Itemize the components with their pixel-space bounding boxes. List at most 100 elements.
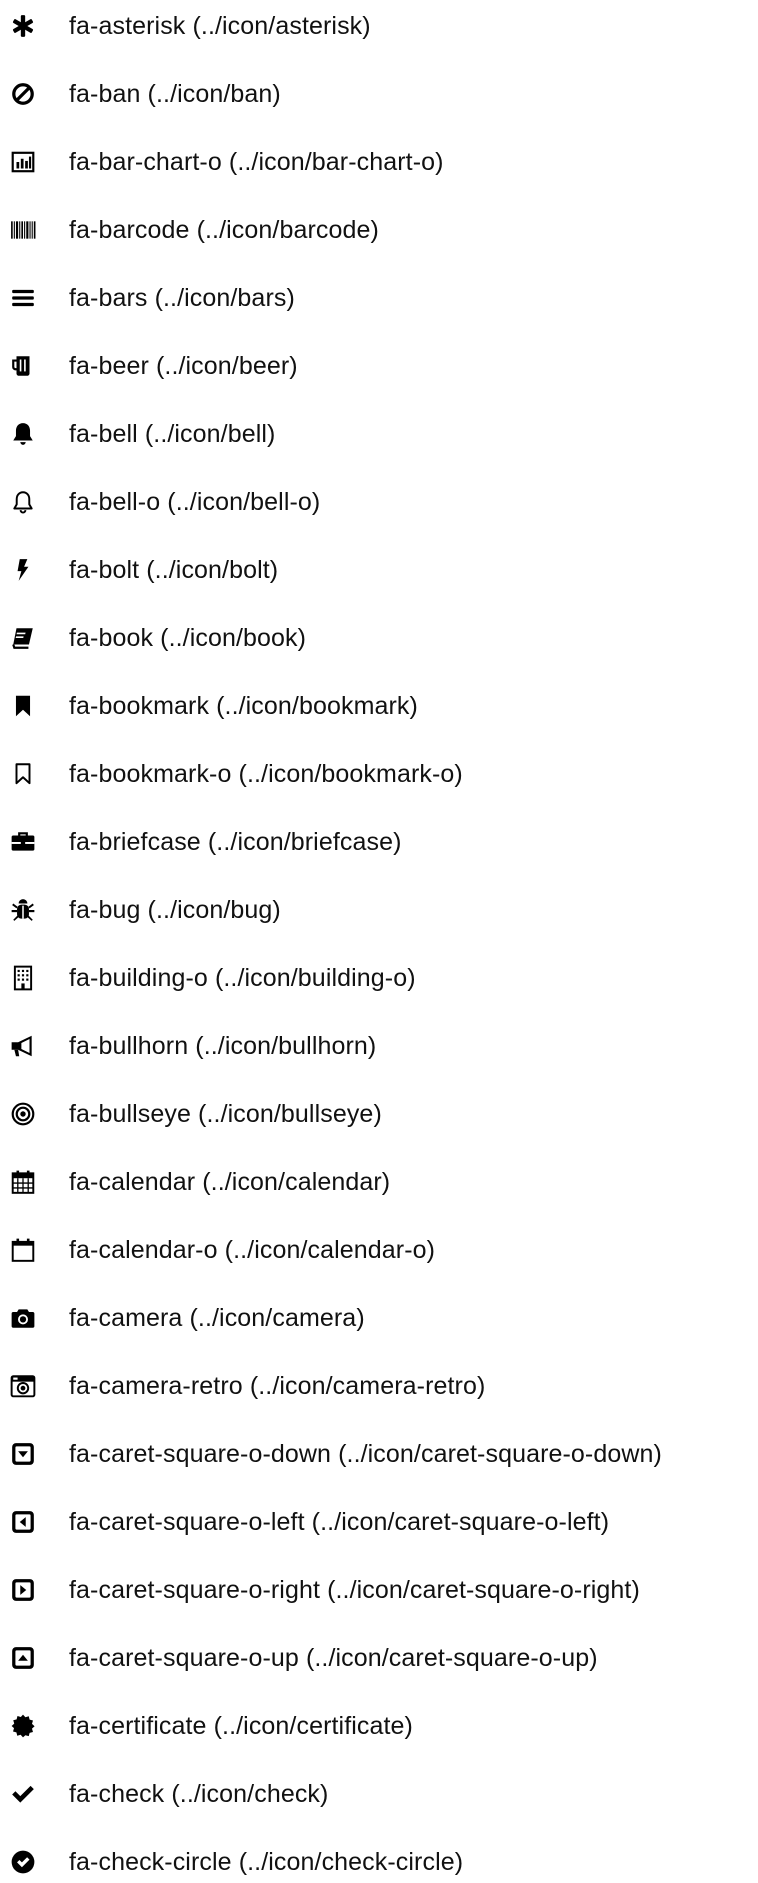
list-item-barcode: fa-barcode (../icon/barcode)	[0, 210, 758, 250]
icon-link[interactable]: fa-bolt (../icon/bolt)	[69, 556, 278, 584]
barcode-icon	[8, 215, 38, 245]
ban-icon	[8, 79, 38, 109]
list-item-label: fa-caret-square-o-right (../icon/caret-s…	[69, 1576, 640, 1605]
list-item-label: fa-building-o (../icon/building-o)	[69, 964, 416, 993]
caret-square-down-icon	[8, 1439, 38, 1469]
list-item-asterisk: fa-asterisk (../icon/asterisk)	[0, 6, 758, 46]
list-item-beer: fa-beer (../icon/beer)	[0, 346, 758, 386]
caret-square-right-icon	[8, 1575, 38, 1605]
bolt-icon	[8, 555, 38, 585]
list-item-label: fa-bell (../icon/bell)	[69, 420, 275, 449]
icon-link[interactable]: fa-certificate (../icon/certificate)	[69, 1712, 413, 1740]
list-item-bullseye: fa-bullseye (../icon/bullseye)	[0, 1094, 758, 1134]
list-item-label: fa-bolt (../icon/bolt)	[69, 556, 278, 585]
icon-link[interactable]: fa-bookmark-o (../icon/bookmark-o)	[69, 760, 463, 788]
asterisk-icon	[8, 11, 38, 41]
list-item-label: fa-barcode (../icon/barcode)	[69, 216, 379, 245]
list-item-bell-o: fa-bell-o (../icon/bell-o)	[0, 482, 758, 522]
icon-link[interactable]: fa-asterisk (../icon/asterisk)	[69, 12, 371, 40]
list-item-label: fa-calendar-o (../icon/calendar-o)	[69, 1236, 435, 1265]
icon-link[interactable]: fa-beer (../icon/beer)	[69, 352, 298, 380]
list-item-label: fa-check-circle (../icon/check-circle)	[69, 1848, 463, 1877]
icon-link[interactable]: fa-ban (../icon/ban)	[69, 80, 281, 108]
list-item-calendar-o: fa-calendar-o (../icon/calendar-o)	[0, 1230, 758, 1270]
list-item-caret-square-o-right: fa-caret-square-o-right (../icon/caret-s…	[0, 1570, 758, 1610]
list-item-bars: fa-bars (../icon/bars)	[0, 278, 758, 318]
icon-link[interactable]: fa-bullhorn (../icon/bullhorn)	[69, 1032, 376, 1060]
icon-link[interactable]: fa-barcode (../icon/barcode)	[69, 216, 379, 244]
list-item-label: fa-bar-chart-o (../icon/bar-chart-o)	[69, 148, 444, 177]
icon-link[interactable]: fa-bars (../icon/bars)	[69, 284, 295, 312]
list-item-label: fa-bullhorn (../icon/bullhorn)	[69, 1032, 376, 1061]
certificate-icon	[8, 1711, 38, 1741]
list-item-bolt: fa-bolt (../icon/bolt)	[0, 550, 758, 590]
list-item-check: fa-check (../icon/check)	[0, 1774, 758, 1814]
building-icon	[8, 963, 38, 993]
list-item-label: fa-beer (../icon/beer)	[69, 352, 298, 381]
list-item-building-o: fa-building-o (../icon/building-o)	[0, 958, 758, 998]
icon-link[interactable]: fa-briefcase (../icon/briefcase)	[69, 828, 402, 856]
bell-icon	[8, 419, 38, 449]
list-item-label: fa-bullseye (../icon/bullseye)	[69, 1100, 382, 1129]
icon-link[interactable]: fa-bell-o (../icon/bell-o)	[69, 488, 320, 516]
list-item-label: fa-check (../icon/check)	[69, 1780, 328, 1809]
calendar-icon	[8, 1167, 38, 1197]
list-item-calendar: fa-calendar (../icon/calendar)	[0, 1162, 758, 1202]
icon-link[interactable]: fa-check-circle (../icon/check-circle)	[69, 1848, 463, 1876]
briefcase-icon	[8, 827, 38, 857]
list-item-camera: fa-camera (../icon/camera)	[0, 1298, 758, 1338]
icon-link[interactable]: fa-bullseye (../icon/bullseye)	[69, 1100, 382, 1128]
list-item-label: fa-bug (../icon/bug)	[69, 896, 281, 925]
icon-link[interactable]: fa-bell (../icon/bell)	[69, 420, 275, 448]
list-item-label: fa-bookmark-o (../icon/bookmark-o)	[69, 760, 463, 789]
bell-outline-icon	[8, 487, 38, 517]
list-item-label: fa-camera (../icon/camera)	[69, 1304, 365, 1333]
icon-link[interactable]: fa-bookmark (../icon/bookmark)	[69, 692, 418, 720]
icon-link[interactable]: fa-camera (../icon/camera)	[69, 1304, 365, 1332]
icon-link[interactable]: fa-calendar-o (../icon/calendar-o)	[69, 1236, 435, 1264]
bullseye-icon	[8, 1099, 38, 1129]
bars-icon	[8, 283, 38, 313]
beer-icon	[8, 351, 38, 381]
list-item-bug: fa-bug (../icon/bug)	[0, 890, 758, 930]
list-item-camera-retro: fa-camera-retro (../icon/camera-retro)	[0, 1366, 758, 1406]
camera-icon	[8, 1303, 38, 1333]
list-item-briefcase: fa-briefcase (../icon/briefcase)	[0, 822, 758, 862]
list-item-bell: fa-bell (../icon/bell)	[0, 414, 758, 454]
camera-retro-icon	[8, 1371, 38, 1401]
icon-link[interactable]: fa-caret-square-o-left (../icon/caret-sq…	[69, 1508, 609, 1536]
bullhorn-icon	[8, 1031, 38, 1061]
list-item-bookmark: fa-bookmark (../icon/bookmark)	[0, 686, 758, 726]
check-circle-icon	[8, 1847, 38, 1877]
list-item-label: fa-briefcase (../icon/briefcase)	[69, 828, 402, 857]
list-item-label: fa-caret-square-o-down (../icon/caret-sq…	[69, 1440, 662, 1469]
icon-link[interactable]: fa-book (../icon/book)	[69, 624, 306, 652]
list-item-label: fa-asterisk (../icon/asterisk)	[69, 12, 371, 41]
list-item-book: fa-book (../icon/book)	[0, 618, 758, 658]
list-item-bullhorn: fa-bullhorn (../icon/bullhorn)	[0, 1026, 758, 1066]
list-item-label: fa-bars (../icon/bars)	[69, 284, 295, 313]
list-item-label: fa-camera-retro (../icon/camera-retro)	[69, 1372, 485, 1401]
icon-link[interactable]: fa-calendar (../icon/calendar)	[69, 1168, 390, 1196]
icon-link[interactable]: fa-caret-square-o-up (../icon/caret-squa…	[69, 1644, 598, 1672]
list-item-label: fa-certificate (../icon/certificate)	[69, 1712, 413, 1741]
icon-link[interactable]: fa-bar-chart-o (../icon/bar-chart-o)	[69, 148, 444, 176]
icon-link[interactable]: fa-building-o (../icon/building-o)	[69, 964, 416, 992]
icon-link[interactable]: fa-camera-retro (../icon/camera-retro)	[69, 1372, 485, 1400]
list-item-label: fa-bell-o (../icon/bell-o)	[69, 488, 320, 517]
icon-link[interactable]: fa-caret-square-o-down (../icon/caret-sq…	[69, 1440, 662, 1468]
book-icon	[8, 623, 38, 653]
list-item-label: fa-ban (../icon/ban)	[69, 80, 281, 109]
check-icon	[8, 1779, 38, 1809]
list-item-certificate: fa-certificate (../icon/certificate)	[0, 1706, 758, 1746]
list-item-ban: fa-ban (../icon/ban)	[0, 74, 758, 114]
list-item-label: fa-caret-square-o-up (../icon/caret-squa…	[69, 1644, 598, 1673]
bookmark-icon	[8, 691, 38, 721]
list-item-label: fa-caret-square-o-left (../icon/caret-sq…	[69, 1508, 609, 1537]
icon-link[interactable]: fa-check (../icon/check)	[69, 1780, 328, 1808]
list-item-bookmark-o: fa-bookmark-o (../icon/bookmark-o)	[0, 754, 758, 794]
icon-link[interactable]: fa-bug (../icon/bug)	[69, 896, 281, 924]
list-item-caret-square-o-left: fa-caret-square-o-left (../icon/caret-sq…	[0, 1502, 758, 1542]
bug-icon	[8, 895, 38, 925]
icon-link[interactable]: fa-caret-square-o-right (../icon/caret-s…	[69, 1576, 640, 1604]
